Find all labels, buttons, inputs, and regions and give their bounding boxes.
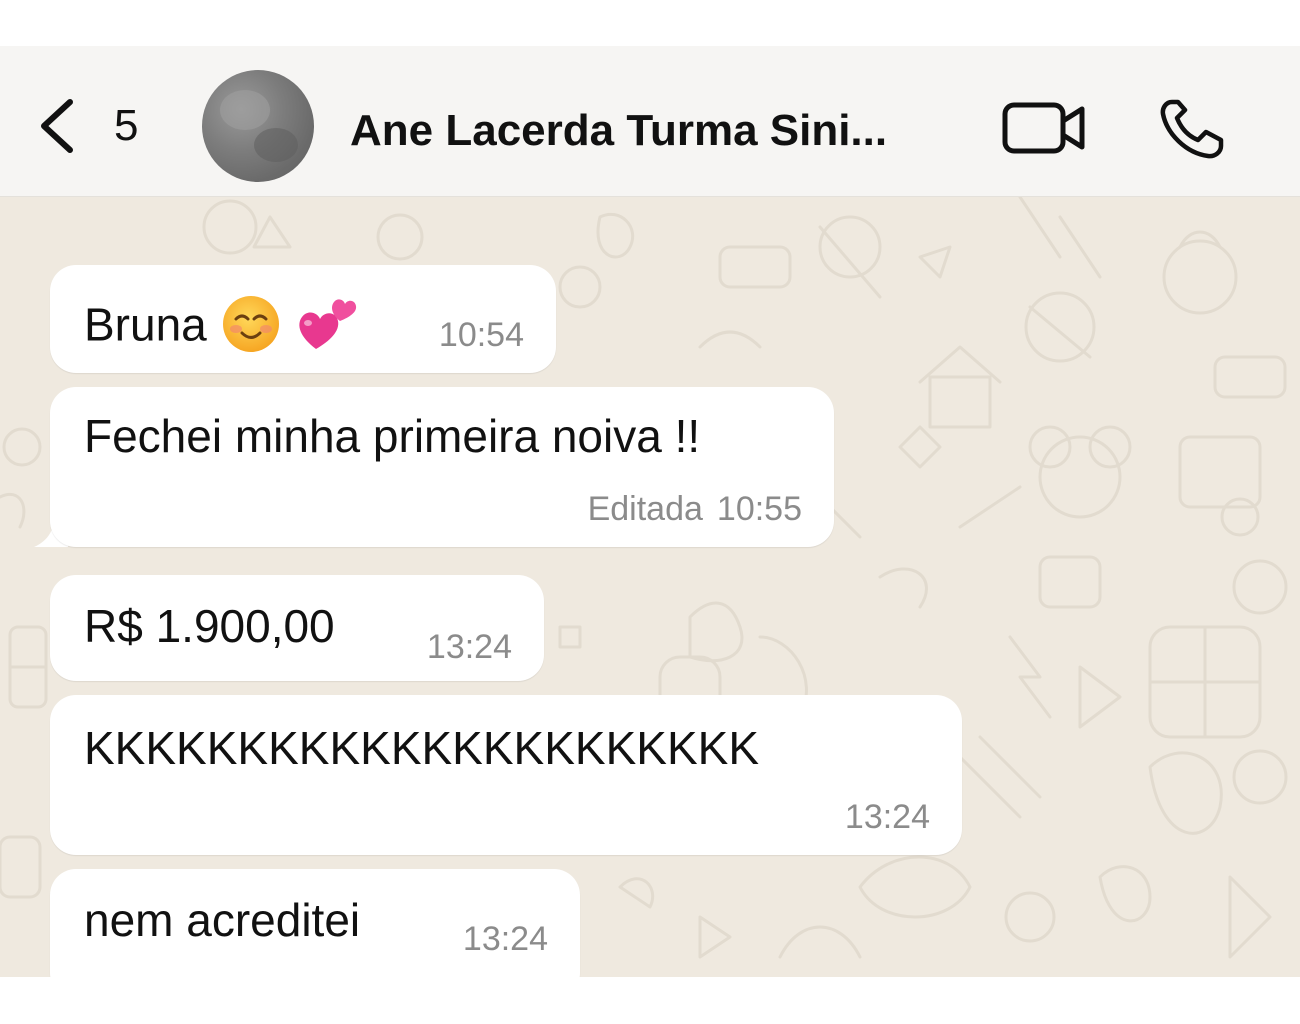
message-time: 13:24: [844, 798, 930, 836]
message-text: Fechei minha primeira noiva !!: [84, 410, 701, 462]
message-text: R$ 1.900,00: [84, 600, 335, 652]
message-text: nem acreditei: [84, 894, 361, 946]
chat-area[interactable]: Bruna 10:54 Fechei minha primeira noiva …: [0, 197, 1300, 977]
back-button[interactable]: 5: [36, 98, 138, 154]
unread-count: 5: [114, 101, 139, 150]
video-call-button[interactable]: [1002, 101, 1086, 160]
message-bubble[interactable]: KKKKKKKKKKKKKKKKKKKKKK 13:24: [50, 695, 962, 855]
voice-call-button[interactable]: [1158, 98, 1226, 165]
message-bubble[interactable]: Bruna 10:54: [50, 265, 556, 373]
chat-header: 5 Ane Lacerda Turma Sini...: [0, 46, 1300, 197]
contact-name[interactable]: Ane Lacerda Turma Sini...: [350, 106, 960, 156]
message-bubble[interactable]: R$ 1.900,00 13:24: [50, 575, 544, 681]
bottom-area: [0, 977, 1300, 1024]
message-bubble[interactable]: Fechei minha primeira noiva !! Editada 10…: [50, 387, 834, 547]
two-hearts-icon: [294, 293, 360, 364]
message-time: 13:24: [426, 628, 512, 666]
message-meta: Editada 10:55: [588, 491, 802, 527]
message-text: KKKKKKKKKKKKKKKKKKKKKK: [84, 722, 759, 774]
edited-label: Editada: [587, 490, 703, 528]
message-time: 13:24: [462, 920, 548, 958]
chevron-left-icon: [41, 99, 73, 153]
smiling-face-icon: [220, 293, 282, 364]
message-time: 10:55: [716, 490, 802, 528]
message-text: Bruna: [84, 293, 360, 364]
avatar[interactable]: [202, 70, 314, 182]
message-bubble[interactable]: nem acreditei 13:24: [50, 869, 580, 977]
message-time: 10:54: [438, 316, 524, 354]
phone-icon: [1160, 99, 1224, 159]
video-camera-icon: [1002, 102, 1085, 154]
chat-screen: 5 Ane Lacerda Turma Sini... Bruna 10:54 …: [0, 0, 1300, 1024]
